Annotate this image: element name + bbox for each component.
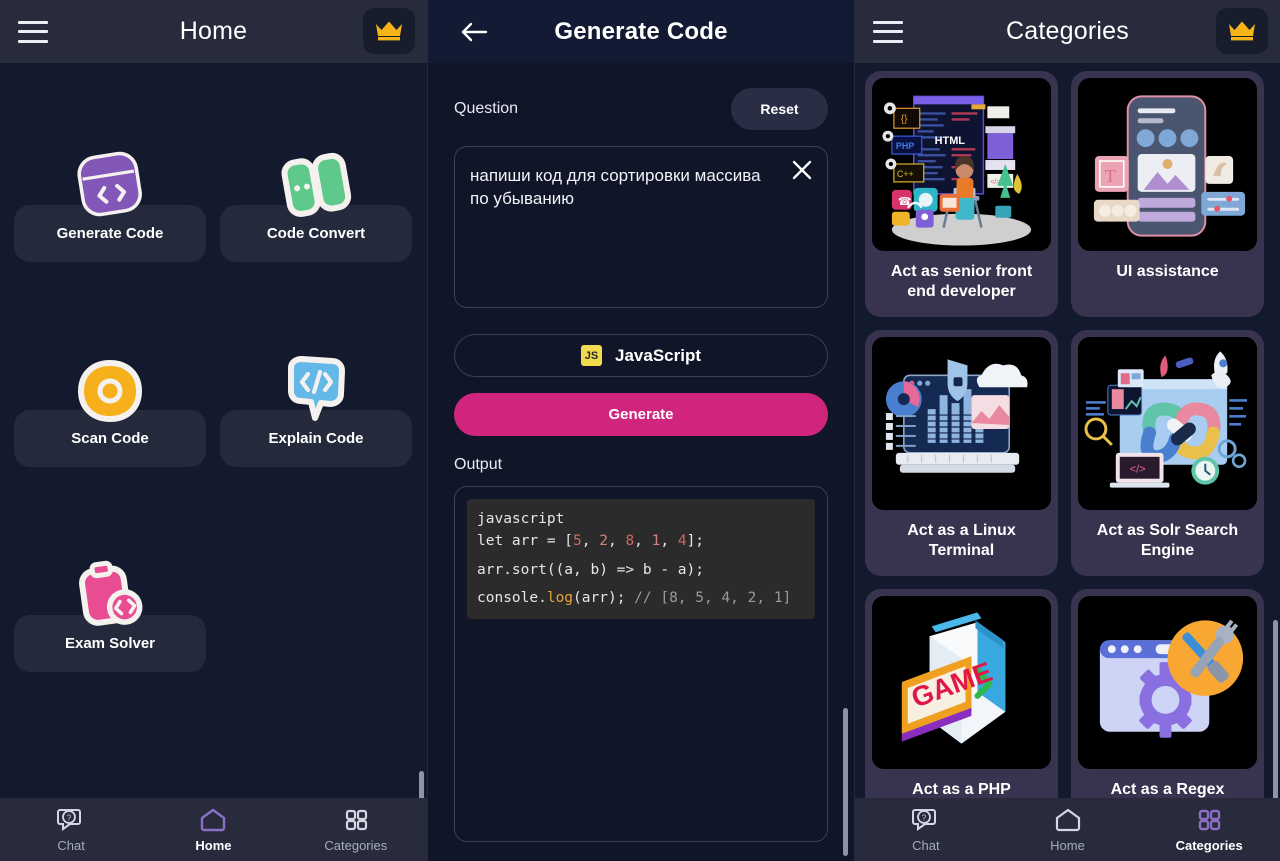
- categories-body: HTML {} PHP C++ </> ☎ Act as senior fron…: [855, 63, 1280, 861]
- home-icon: [201, 808, 226, 831]
- code-line-3-a: console.: [477, 590, 547, 607]
- tile-label: Explain Code: [220, 410, 412, 467]
- nav-label: Categories: [324, 837, 388, 853]
- tile-exam-solver[interactable]: Exam Solver: [14, 560, 206, 672]
- nav-label: Home: [195, 837, 232, 853]
- generate-scrollbar[interactable]: [843, 708, 848, 856]
- code-result: javascript let arr = [5, 2, 8, 1, 4]; arr.…: [467, 499, 815, 619]
- code-num: 5: [573, 533, 582, 550]
- tile-code-convert[interactable]: Code Convert: [220, 152, 412, 262]
- language-name: JavaScript: [615, 345, 701, 365]
- category-card[interactable]: Act as a Regex: [1071, 589, 1264, 815]
- crown-icon: [376, 21, 402, 41]
- solr-search-illustration: </>: [1078, 337, 1257, 510]
- svg-text:C++: C++: [897, 169, 914, 179]
- tile-label: Scan Code: [14, 410, 206, 467]
- chat-question-icon: ?: [57, 808, 82, 831]
- game-code-illustration: GAME: [872, 596, 1051, 769]
- category-card[interactable]: Act as a Linux Terminal: [865, 330, 1058, 576]
- home-screen: Home Generate Code Code Convert Scan Cod…: [0, 0, 427, 861]
- nav-item-chat[interactable]: ? Chat: [0, 807, 142, 853]
- frontend-dev-illustration: HTML {} PHP C++ </> ☎: [872, 78, 1051, 251]
- code-num: 8: [625, 533, 635, 550]
- nav-item-home[interactable]: Home: [142, 807, 284, 853]
- category-card[interactable]: </> Act as Solr Search Engine: [1071, 330, 1264, 576]
- svg-text:?: ?: [922, 813, 927, 822]
- categories-scrollbar[interactable]: [1273, 620, 1278, 800]
- language-selector[interactable]: JS JavaScript: [454, 334, 828, 377]
- tile-label: Exam Solver: [14, 615, 206, 672]
- code-num: 4: [677, 533, 687, 550]
- ui-assistance-illustration: T: [1078, 78, 1257, 251]
- hamburger-icon[interactable]: [873, 20, 903, 43]
- home-icon: [1055, 808, 1080, 831]
- javascript-badge-icon: JS: [581, 345, 602, 366]
- code-num: 1: [651, 533, 661, 550]
- reset-button[interactable]: Reset: [731, 88, 828, 130]
- category-card[interactable]: T UI assistance: [1071, 71, 1264, 317]
- category-title: UI assistance: [1116, 263, 1219, 280]
- premium-crown-button[interactable]: [363, 8, 415, 54]
- code-num: 2: [599, 533, 608, 550]
- category-title: Act as senior front end developer: [890, 263, 1033, 300]
- linux-terminal-illustration: [872, 337, 1051, 510]
- tile-generate-code[interactable]: Generate Code: [14, 151, 206, 262]
- code-line-1-b: ];: [686, 533, 705, 550]
- svg-text:?: ?: [67, 813, 72, 822]
- svg-text:PHP: PHP: [896, 141, 914, 151]
- tile-explain-code[interactable]: Explain Code: [220, 356, 412, 467]
- question-label: Question: [454, 100, 519, 117]
- code-line-3-b: (arr);: [573, 590, 635, 607]
- output-label: Output: [454, 456, 503, 473]
- chat-question-icon: ?: [911, 808, 936, 831]
- back-arrow-icon[interactable]: [460, 21, 488, 43]
- grid-icon: [1198, 809, 1221, 830]
- category-card[interactable]: GAME Act as a PHP: [865, 589, 1058, 815]
- code-lang-tag: javascript: [477, 511, 565, 527]
- premium-crown-button[interactable]: [1216, 8, 1268, 54]
- question-text: напиши код для сортировки массива по убы…: [470, 166, 761, 208]
- regex-tools-illustration: [1078, 596, 1257, 769]
- hamburger-icon[interactable]: [18, 20, 48, 43]
- svg-text:HTML: HTML: [935, 135, 966, 147]
- code-line-2: arr.sort((a, b) => b - a);: [477, 561, 704, 578]
- nav-label: Chat: [912, 837, 940, 853]
- categories-screen: Categories HTML {} PHP C++ </> ☎ Act as …: [854, 0, 1280, 861]
- output-container[interactable]: javascript let arr = [5, 2, 8, 1, 4]; arr.…: [454, 486, 828, 842]
- home-body: Generate Code Code Convert Scan Code Exp…: [0, 63, 427, 861]
- nav-label: Home: [1050, 837, 1085, 853]
- question-input[interactable]: напиши код для сортировки массива по убы…: [454, 146, 828, 308]
- tile-label: Code Convert: [220, 205, 412, 262]
- generate-button[interactable]: Generate: [454, 393, 828, 436]
- close-icon[interactable]: [791, 159, 813, 181]
- nav-item-categories[interactable]: Categories: [285, 807, 427, 853]
- home-bottom-nav: ? Chat Home Categories: [0, 798, 427, 861]
- generate-appbar: Generate Code: [428, 0, 854, 63]
- nav-item-categories[interactable]: Categories: [1138, 807, 1280, 853]
- tile-label: Generate Code: [14, 205, 206, 262]
- categories-bottom-nav: ? Chat Home Categories: [855, 798, 1280, 861]
- home-appbar: Home: [0, 0, 427, 63]
- grid-icon: [345, 809, 367, 830]
- code-comment: // [8, 5, 4, 2, 1]: [634, 590, 792, 607]
- categories-appbar: Categories: [855, 0, 1280, 63]
- three-screen-layout: Home Generate Code Code Convert Scan Cod…: [0, 0, 1280, 861]
- category-card[interactable]: HTML {} PHP C++ </> ☎ Act as senior fron…: [865, 71, 1058, 317]
- generate-code-screen: Generate Code Question Reset напиши код …: [427, 0, 854, 861]
- category-title: Act as Solr Search Engine: [1096, 522, 1239, 559]
- tile-scan-code[interactable]: Scan Code: [14, 359, 206, 467]
- code-line-1-a: let arr = [: [477, 533, 574, 550]
- code-fn: log: [546, 590, 574, 607]
- crown-icon: [1229, 21, 1255, 41]
- nav-label: Chat: [57, 837, 85, 853]
- page-title: Generate Code: [554, 17, 728, 45]
- nav-item-home[interactable]: Home: [997, 807, 1139, 853]
- category-title: Act as a Linux Terminal: [907, 522, 1016, 559]
- generate-body: Question Reset напиши код для сортировки…: [428, 88, 854, 856]
- svg-text:{}: {}: [901, 114, 908, 125]
- svg-text:</>: </>: [1130, 464, 1146, 476]
- nav-item-chat[interactable]: ? Chat: [855, 807, 997, 853]
- svg-text:T: T: [1105, 166, 1116, 186]
- nav-label: Categories: [1175, 837, 1243, 853]
